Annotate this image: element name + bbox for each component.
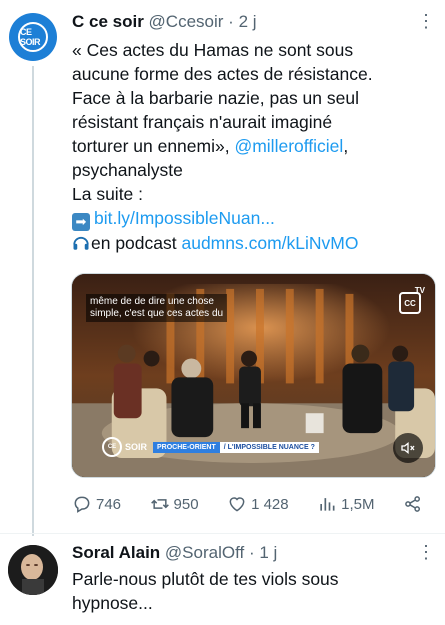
lower-third-banner: CE SOIR PROCHE-ORIENT / L'IMPOSSIBLE NUA… — [102, 437, 319, 457]
podcast-label: en podcast — [91, 233, 182, 253]
tweet-text: « Ces actes du Hamas ne sont sous aucune… — [72, 38, 437, 255]
audmns-link[interactable]: audmns.com/kLiNvMO — [181, 233, 358, 253]
mention-link[interactable]: @millerofficiel — [234, 136, 343, 156]
timestamp[interactable]: 2 j — [239, 12, 257, 31]
tweet-actions-bar: 746 950 1 428 1,5M — [72, 490, 427, 518]
right-arrow-emoji-icon: ➡ — [72, 213, 90, 231]
text-comma: , — [343, 136, 349, 156]
avatar-soraloff[interactable] — [8, 545, 58, 595]
headphones-emoji-icon — [73, 236, 89, 250]
text-line: hypnose... — [72, 593, 153, 613]
text-line-with-mention: torturer un ennemi», @millerofficiel, — [72, 134, 437, 158]
text-line: torturer un ennemi», — [72, 136, 235, 156]
mute-button[interactable] — [393, 433, 423, 463]
bitly-link[interactable]: bit.ly/ImpossibleNuan... — [94, 208, 275, 228]
video-subtitle: même de de dire une chose simple, c'est … — [86, 294, 228, 322]
tweet-text: Parle-nous plutôt de tes viols sous hypn… — [72, 567, 437, 615]
repost-count: 950 — [173, 495, 199, 513]
subtitle-line-2: simple, c'est que ces actes du — [90, 308, 224, 319]
author-handle[interactable]: @SoralOff — [165, 543, 244, 562]
share-icon — [405, 496, 420, 512]
views-button[interactable]: 1,5M — [317, 494, 374, 514]
avatar-ccesoir[interactable]: CE SOIR — [9, 13, 57, 61]
avatar-photo — [8, 545, 58, 595]
subtopic-tag: / L'IMPOSSIBLE NUANCE ? — [219, 441, 319, 453]
reply-button[interactable]: 746 — [72, 494, 121, 514]
separator-dot: · — [248, 543, 255, 562]
ce-soir-small-logo: CE — [102, 437, 122, 457]
text-line: psychanalyste — [72, 160, 183, 180]
cc-badge-icon: CC — [399, 292, 421, 314]
author-handle[interactable]: @Ccesoir — [149, 12, 224, 31]
video-thumbnail[interactable]: même de de dire une chose simple, c'est … — [71, 273, 436, 478]
more-options-icon[interactable]: ⋮ — [417, 543, 435, 561]
like-count: 1 428 — [251, 495, 289, 513]
brand-text: SOIR — [125, 442, 148, 452]
ce-soir-logo: CE SOIR — [18, 22, 48, 52]
tweet-header: C ce soir @Ccesoir · 2 j — [72, 12, 257, 32]
thread-connector-line — [32, 66, 34, 536]
tweet-header: Soral Alain @SoralOff · 1 j — [72, 543, 277, 563]
separator-dot: · — [228, 12, 234, 31]
link-line-bitly: ➡ bit.ly/ImpossibleNuan... — [72, 206, 437, 231]
subtitle-line-1: même de de dire une chose — [90, 296, 214, 307]
topic-tag: PROCHE-ORIENT — [153, 441, 220, 453]
author-name[interactable]: C ce soir — [72, 12, 144, 31]
more-options-icon[interactable]: ⋮ — [417, 12, 435, 30]
text-line: résistant français n'aurait imaginé — [72, 112, 333, 132]
link-line-podcast: en podcast audmns.com/kLiNvMO — [72, 231, 437, 255]
heart-icon — [229, 497, 245, 512]
timestamp[interactable]: 1 j — [259, 543, 277, 562]
text-line: aucune forme des actes de résistance. — [72, 64, 373, 84]
repost-icon — [150, 499, 169, 509]
author-name[interactable]: Soral Alain — [72, 543, 160, 562]
tweet-ccesoir[interactable]: CE SOIR C ce soir @Ccesoir · 2 j ⋮ « Ces… — [0, 0, 445, 536]
reply-count: 746 — [96, 495, 122, 513]
suite-label: La suite : — [72, 184, 144, 204]
text-line: « Ces actes du Hamas ne sont sous — [72, 40, 354, 60]
view-count: 1,5M — [341, 495, 375, 513]
like-button[interactable]: 1 428 — [227, 494, 289, 514]
text-line: Face à la barbarie nazie, pas un seul — [72, 88, 359, 108]
reply-icon — [74, 496, 90, 513]
repost-button[interactable]: 950 — [150, 494, 199, 514]
views-chart-icon — [320, 498, 335, 511]
text-line: Parle-nous plutôt de tes viols sous — [72, 569, 339, 589]
speaker-muted-icon — [401, 441, 415, 455]
share-button[interactable] — [403, 494, 427, 514]
